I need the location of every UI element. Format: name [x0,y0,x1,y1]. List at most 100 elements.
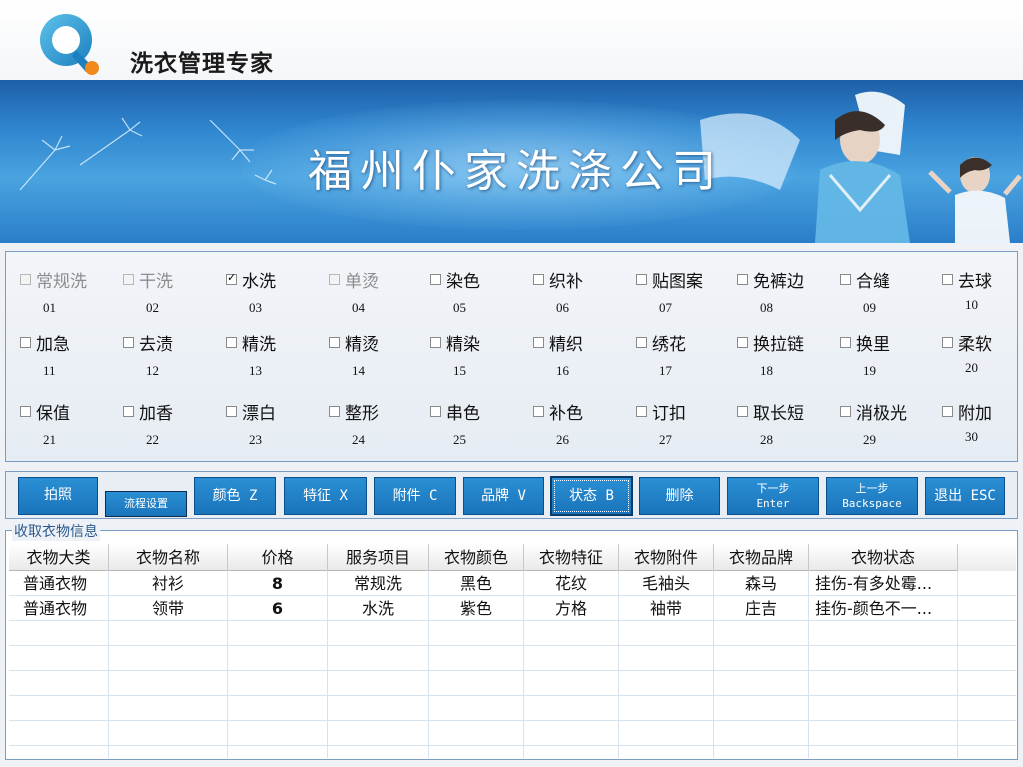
empty-row[interactable] [9,671,1016,696]
option-21[interactable]: 保值 21 [6,384,106,447]
option-checkbox[interactable] [329,274,340,285]
delete-button[interactable]: 删除 [639,477,720,515]
option-label: 整形 [345,404,379,424]
status-button[interactable]: 状态 B [551,477,632,515]
option-checkbox[interactable] [123,406,134,417]
option-checkbox[interactable] [20,337,31,348]
option-24[interactable]: 整形 24 [315,384,415,447]
table-row[interactable]: 普通衣物 领带 6 水洗 紫色 方格 袖带 庄吉 挂伤-颜色不一... [9,596,1016,621]
option-code: 28 [760,432,773,447]
option-checkbox[interactable] [430,274,441,285]
option-checkbox[interactable] [123,337,134,348]
column-header[interactable]: 衣物颜色 [429,544,524,571]
feature-button[interactable]: 特征 X [284,477,367,515]
option-checkbox[interactable] [840,274,851,285]
grid-divider [808,571,809,758]
table-cell: 挂伤-有多处霉... [809,571,958,596]
option-checkbox[interactable] [942,406,953,417]
option-02[interactable]: 干洗 02 [109,252,209,315]
option-checkbox[interactable] [840,406,851,417]
column-header[interactable]: 衣物附件 [619,544,714,571]
option-code: 17 [659,363,672,378]
option-checkbox[interactable] [737,406,748,417]
option-09[interactable]: 合缝 09 [826,252,926,315]
option-30[interactable]: 附加 30 [928,384,1023,444]
option-checkbox[interactable] [942,274,953,285]
color-button[interactable]: 颜色 Z [194,477,276,515]
option-25[interactable]: 串色 25 [416,384,516,447]
option-11[interactable]: 加急 11 [6,315,106,378]
option-checkbox[interactable] [942,337,953,348]
empty-row[interactable] [9,696,1016,721]
empty-row[interactable] [9,621,1016,646]
option-18[interactable]: 换拉链 18 [723,315,823,378]
option-05[interactable]: 染色 05 [416,252,516,315]
option-checkbox[interactable] [430,406,441,417]
option-checkbox[interactable] [329,406,340,417]
option-06[interactable]: 织补 06 [519,252,619,315]
option-checkbox[interactable] [533,337,544,348]
empty-row[interactable] [9,746,1016,758]
flow-settings-button[interactable]: 流程设置 [105,491,187,517]
option-checkbox[interactable] [20,406,31,417]
option-checkbox[interactable] [840,337,851,348]
photo-button[interactable]: 拍照 [18,477,98,515]
option-checkbox[interactable] [533,274,544,285]
option-19[interactable]: 换里 19 [826,315,926,378]
option-15[interactable]: 精染 15 [416,315,516,378]
column-header[interactable]: 衣物状态 [809,544,958,571]
option-checkbox[interactable] [636,406,647,417]
option-26[interactable]: 补色 26 [519,384,619,447]
option-checkbox[interactable] [636,337,647,348]
option-checkbox[interactable] [226,337,237,348]
option-14[interactable]: 精烫 14 [315,315,415,378]
column-header[interactable]: 价格 [228,544,328,571]
option-checkbox[interactable] [737,274,748,285]
accessory-button[interactable]: 附件 C [374,477,456,515]
option-27[interactable]: 订扣 27 [622,384,722,447]
brand-button[interactable]: 品牌 V [463,477,544,515]
table-cell: 常规洗 [328,571,429,596]
option-checkbox[interactable] [636,274,647,285]
option-checkbox[interactable] [737,337,748,348]
column-header[interactable]: 衣物品牌 [714,544,809,571]
option-16[interactable]: 精织 16 [519,315,619,378]
option-checkbox[interactable] [533,406,544,417]
option-checkbox[interactable] [226,406,237,417]
option-code: 18 [760,363,773,378]
option-checkbox[interactable] [430,337,441,348]
column-header[interactable]: 衣物特征 [524,544,619,571]
option-checkbox[interactable] [20,274,31,285]
option-28[interactable]: 取长短 28 [723,384,823,447]
table-row[interactable]: 普通衣物 衬衫 8 常规洗 黑色 花纹 毛袖头 森马 挂伤-有多处霉... [9,571,1016,596]
next-step-button[interactable]: 下一步 Enter [727,477,819,515]
option-17[interactable]: 绣花 17 [622,315,722,378]
option-checkbox[interactable] [123,274,134,285]
exit-button[interactable]: 退出 ESC [925,477,1005,515]
app-title: 洗衣管理专家 [130,51,274,77]
empty-row[interactable] [9,721,1016,746]
option-04[interactable]: 单烫 04 [315,252,415,315]
option-08[interactable]: 免裤边 08 [723,252,823,315]
grid-divider [523,571,524,758]
option-01[interactable]: 常规洗 01 [6,252,106,315]
option-code: 23 [249,432,262,447]
column-header[interactable]: 服务项目 [328,544,429,571]
option-07[interactable]: 贴图案 07 [622,252,722,315]
option-checkbox[interactable] [329,337,340,348]
option-22[interactable]: 加香 22 [109,384,209,447]
option-checkbox[interactable] [226,271,237,285]
option-12[interactable]: 去渍 12 [109,315,209,378]
option-29[interactable]: 消极光 29 [826,384,926,447]
empty-row[interactable] [9,646,1016,671]
option-13[interactable]: 精洗 13 [212,315,312,378]
option-20[interactable]: 柔软 20 [928,315,1023,375]
option-10[interactable]: 去球 10 [928,252,1023,312]
option-label: 加急 [36,335,70,355]
prev-step-button[interactable]: 上一步 Backspace [826,477,918,515]
option-03[interactable]: 水洗 03 [212,252,312,315]
table-cell: 庄吉 [714,596,809,621]
column-header[interactable]: 衣物名称 [109,544,228,571]
column-header[interactable]: 衣物大类 [9,544,109,571]
option-23[interactable]: 漂白 23 [212,384,312,447]
